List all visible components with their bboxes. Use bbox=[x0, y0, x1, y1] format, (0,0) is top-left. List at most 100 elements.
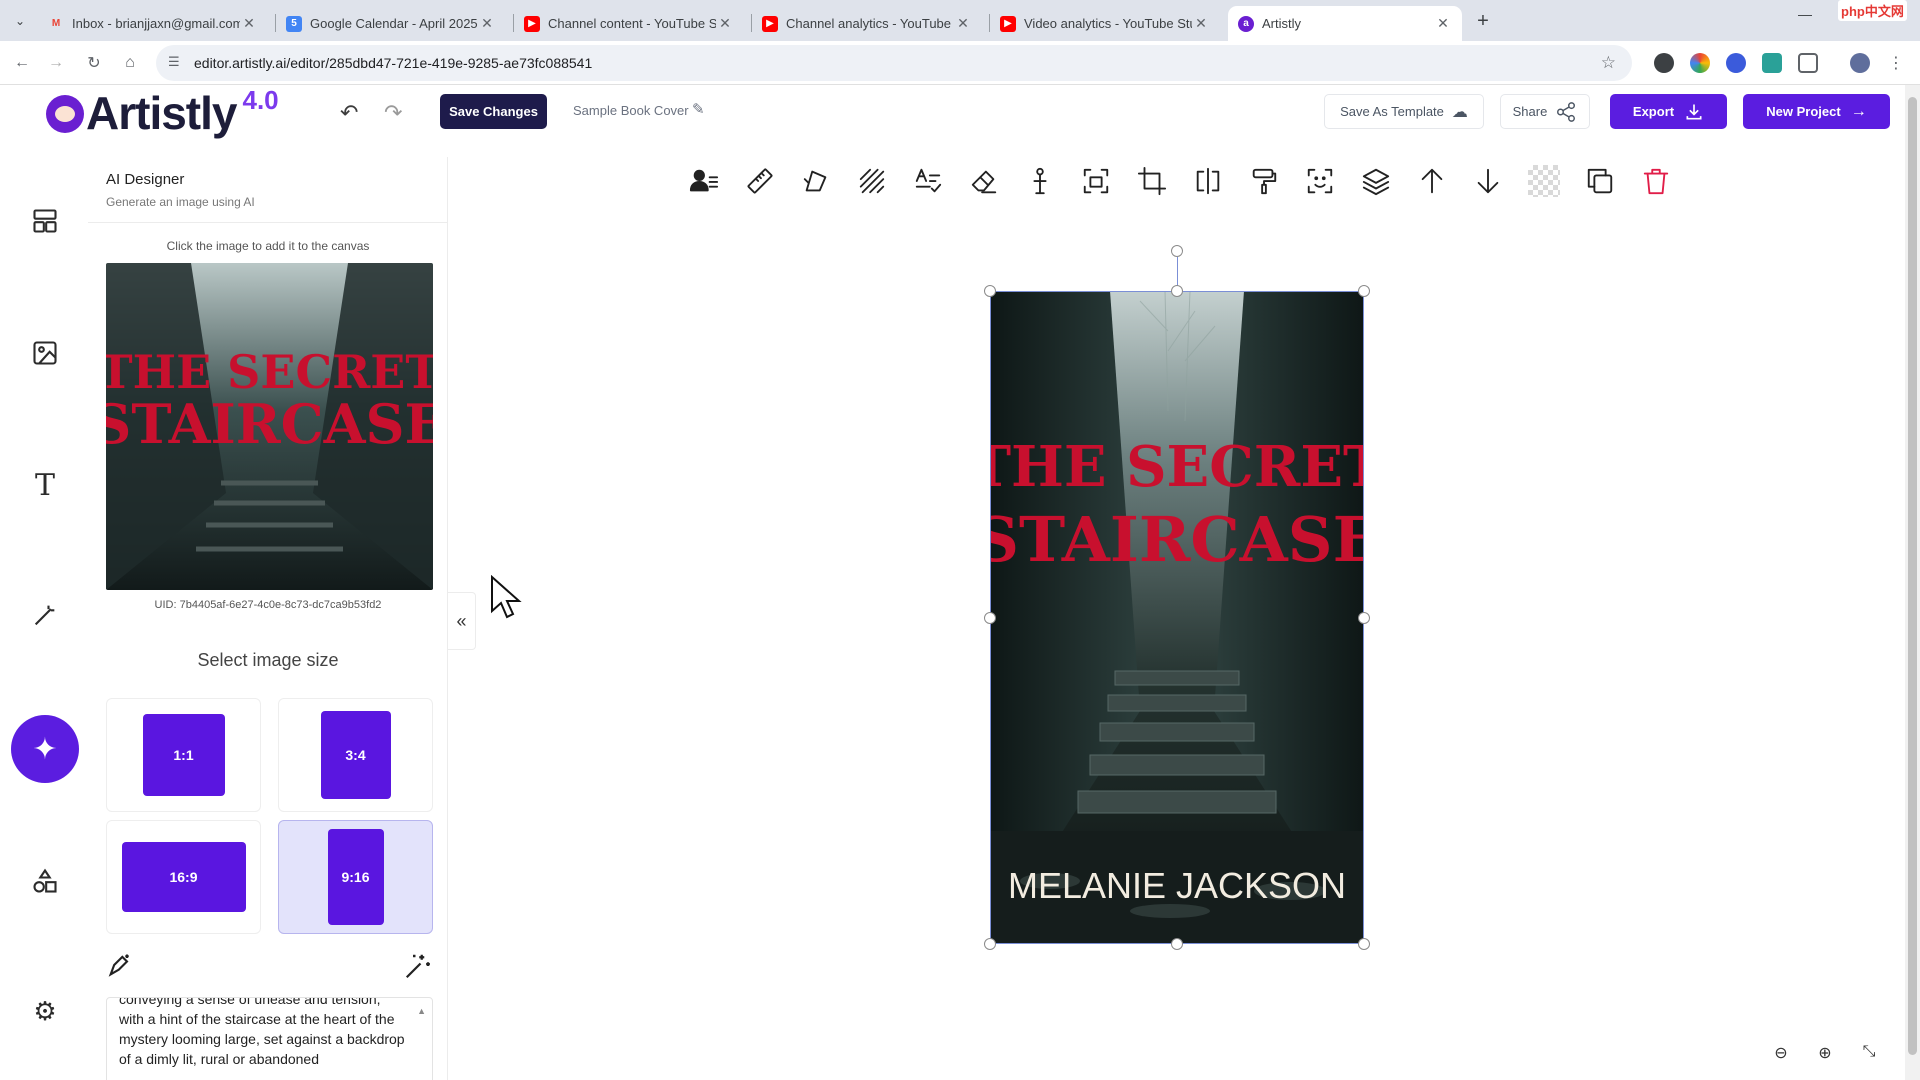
ruler-icon[interactable] bbox=[742, 163, 778, 199]
resize-handle-bottom-left[interactable] bbox=[984, 938, 996, 950]
delete-icon[interactable] bbox=[1638, 163, 1674, 199]
text-icon[interactable]: T bbox=[20, 460, 70, 510]
focus-icon[interactable] bbox=[1078, 163, 1114, 199]
prompt-pen-sparkle-icon[interactable] bbox=[106, 951, 134, 979]
browser-tab[interactable]: 5 Google Calendar - April 2025 ✕ bbox=[276, 6, 506, 41]
ai-sparkle-icon[interactable]: ✦ bbox=[11, 715, 79, 783]
back-button[interactable]: ← bbox=[10, 51, 34, 75]
text-check-icon[interactable] bbox=[910, 163, 946, 199]
extension-icon[interactable] bbox=[1690, 53, 1710, 73]
extension-icon[interactable] bbox=[1762, 53, 1782, 73]
browser-tab[interactable]: ▶ Video analytics - YouTube Stud ✕ bbox=[990, 6, 1220, 41]
app-header: Artistly 4.0 ↶ ↷ Save Changes Sample Boo… bbox=[0, 85, 1905, 139]
templates-icon[interactable] bbox=[20, 196, 70, 246]
resize-handle-top-left[interactable] bbox=[984, 285, 996, 297]
edit-pencil-icon[interactable]: ✎ bbox=[692, 100, 705, 118]
arrow-up-icon[interactable] bbox=[1414, 163, 1450, 199]
image-uid: UID: 7b4405af-6e27-4c0e-8c73-dc7ca9b53fd… bbox=[154, 599, 382, 611]
forward-button[interactable]: → bbox=[44, 51, 68, 75]
rotate-handle[interactable] bbox=[1171, 245, 1183, 257]
new-project-button[interactable]: New Project → bbox=[1743, 94, 1890, 129]
settings-icon[interactable]: ⚙ bbox=[20, 986, 70, 1036]
site-info-icon[interactable]: ☰ bbox=[168, 54, 180, 70]
arrow-down-icon[interactable] bbox=[1470, 163, 1506, 199]
zoom-in-icon[interactable]: ⊕ bbox=[1814, 1043, 1836, 1063]
size-section-title: Select image size bbox=[197, 650, 339, 670]
size-option-3-4[interactable]: 3:4 bbox=[278, 698, 433, 812]
watermark: php中文网 bbox=[1838, 0, 1907, 21]
anchor-icon[interactable] bbox=[1022, 163, 1058, 199]
save-changes-button[interactable]: Save Changes bbox=[440, 94, 547, 129]
resize-handle-top[interactable] bbox=[1171, 285, 1183, 297]
duplicate-icon[interactable] bbox=[1582, 163, 1618, 199]
close-icon[interactable]: ✕ bbox=[954, 15, 972, 32]
tab-search-chevron-icon[interactable]: ⌄ bbox=[8, 9, 32, 33]
artistly-logo[interactable]: Artistly 4.0 bbox=[46, 85, 279, 139]
scroll-up-arrow-icon[interactable]: ▲ bbox=[417, 1006, 426, 1016]
address-bar[interactable]: ☰ editor.artistly.ai/editor/285dbd47-721… bbox=[156, 45, 1632, 81]
crop-icon[interactable] bbox=[1134, 163, 1170, 199]
close-icon[interactable]: ✕ bbox=[1192, 15, 1210, 32]
scan-face-icon[interactable] bbox=[1302, 163, 1338, 199]
shapes-icon[interactable] bbox=[20, 856, 70, 906]
page-scrollbar[interactable] bbox=[1905, 85, 1920, 1080]
prompt-textarea[interactable]: conveying a sense of unease and tension,… bbox=[106, 997, 433, 1080]
browser-menu-icon[interactable]: ⋮ bbox=[1884, 51, 1908, 75]
cover-title-text: STAIRCASE bbox=[106, 392, 433, 456]
resize-handle-bottom-right[interactable] bbox=[1358, 938, 1370, 950]
transparency-icon[interactable] bbox=[1526, 163, 1562, 199]
image-icon[interactable] bbox=[20, 328, 70, 378]
size-option-9-16[interactable]: 9:16 bbox=[278, 820, 433, 934]
fit-screen-icon[interactable]: ⤡ bbox=[1858, 1043, 1880, 1061]
profile-avatar[interactable] bbox=[1850, 53, 1870, 73]
flip-icon[interactable] bbox=[1190, 163, 1226, 199]
size-option-1-1[interactable]: 1:1 bbox=[106, 698, 261, 812]
close-icon[interactable]: ✕ bbox=[716, 15, 734, 32]
extension-icon[interactable] bbox=[1654, 53, 1674, 73]
paint-roller-icon[interactable] bbox=[1246, 163, 1282, 199]
collapse-panel-button[interactable]: « bbox=[448, 592, 476, 650]
scrollbar-thumb[interactable] bbox=[1908, 97, 1917, 1055]
reload-button[interactable]: ↻ bbox=[82, 51, 106, 75]
close-icon[interactable]: ✕ bbox=[240, 15, 258, 32]
project-name[interactable]: Sample Book Cover bbox=[573, 103, 689, 118]
minimize-button[interactable]: — bbox=[1790, 6, 1820, 22]
share-icon bbox=[1557, 101, 1576, 122]
prompt-text[interactable]: conveying a sense of unease and tension,… bbox=[119, 998, 409, 1069]
url-text[interactable]: editor.artistly.ai/editor/285dbd47-721e-… bbox=[194, 55, 592, 71]
browser-tab[interactable]: ▶ Channel analytics - YouTube St ✕ bbox=[752, 6, 982, 41]
magic-wand-icon[interactable] bbox=[20, 590, 70, 640]
browser-tab-active[interactable]: a Artistly ✕ bbox=[1228, 6, 1462, 41]
undo-icon[interactable]: ↶ bbox=[340, 100, 358, 126]
skew-icon[interactable] bbox=[798, 163, 834, 199]
resize-handle-right[interactable] bbox=[1358, 612, 1370, 624]
close-icon[interactable]: ✕ bbox=[478, 15, 496, 32]
redo-icon[interactable]: ↷ bbox=[384, 100, 402, 126]
size-option-16-9[interactable]: 16:9 bbox=[106, 820, 261, 934]
pattern-icon[interactable] bbox=[854, 163, 890, 199]
eraser-icon[interactable] bbox=[966, 163, 1002, 199]
panel-title: AI Designer bbox=[106, 171, 185, 188]
magic-wand-sparkle-icon[interactable] bbox=[403, 951, 433, 981]
resize-handle-top-right[interactable] bbox=[1358, 285, 1370, 297]
book-cover-canvas-object[interactable]: THE SECRET STAIRCASE MELANIE JACKSON bbox=[990, 291, 1364, 944]
share-button[interactable]: Share bbox=[1500, 94, 1590, 129]
home-button[interactable]: ⌂ bbox=[118, 51, 142, 75]
extension-icon[interactable] bbox=[1726, 53, 1746, 73]
generated-image-thumbnail[interactable]: THE SECRET STAIRCASE bbox=[106, 263, 433, 590]
export-button[interactable]: Export bbox=[1610, 94, 1727, 129]
user-list-icon[interactable] bbox=[686, 163, 722, 199]
bookmark-star-icon[interactable]: ☆ bbox=[1601, 53, 1616, 73]
ai-designer-panel: AI Designer Generate an image using AI C… bbox=[88, 157, 448, 1080]
resize-handle-left[interactable] bbox=[984, 612, 996, 624]
save-as-template-button[interactable]: Save As Template ☁ bbox=[1324, 94, 1484, 129]
close-icon[interactable]: ✕ bbox=[1434, 15, 1452, 32]
zoom-out-icon[interactable]: ⊖ bbox=[1770, 1043, 1792, 1063]
browser-tab[interactable]: M Inbox - brianjjaxn@gmail.com ✕ bbox=[38, 6, 268, 41]
layers-icon[interactable] bbox=[1358, 163, 1394, 199]
puzzle-extensions-icon[interactable] bbox=[1798, 53, 1818, 73]
browser-tab[interactable]: ▶ Channel content - YouTube Stu ✕ bbox=[514, 6, 744, 41]
resize-handle-bottom[interactable] bbox=[1171, 938, 1183, 950]
cover-title-text: THE SECRET bbox=[990, 434, 1364, 500]
new-tab-button[interactable]: + bbox=[1470, 8, 1496, 34]
